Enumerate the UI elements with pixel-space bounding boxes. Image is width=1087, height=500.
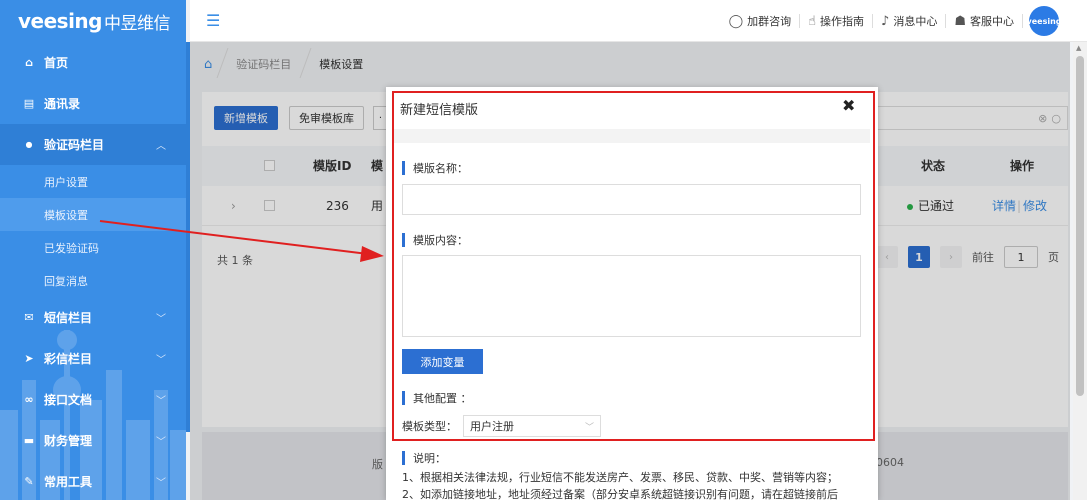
template-type-row: 模板类型： 用户注册 ﹀ <box>402 415 601 437</box>
sidebar-item-tools[interactable]: ✎ 常用工具 ﹀ <box>0 461 186 500</box>
sidebar-item-mms[interactable]: ➤ 彩信栏目 ﹀ <box>0 338 186 379</box>
sidebar-item-finance[interactable]: ▬ 财务管理 ﹀ <box>0 420 186 461</box>
section-marker <box>402 161 405 175</box>
sidebar-item-label: 彩信栏目 <box>44 352 93 366</box>
sidebar-subitem-template-settings[interactable]: 模板设置 <box>0 198 186 231</box>
notes-label-text: 说明： <box>413 452 446 465</box>
template-type-value: 用户注册 <box>470 420 514 433</box>
note-line: 1、根据相关法律法规，行业短信不能发送房产、发票、移民、贷款、中奖、营销等内容； <box>402 471 838 484</box>
support-agent-icon: ☗ <box>954 13 966 29</box>
chevron-down-icon: ﹀ <box>156 355 166 366</box>
address-book-icon: ▤ <box>23 97 35 110</box>
avatar[interactable]: veesing <box>1027 6 1062 36</box>
scrollbar-thumb[interactable] <box>1076 56 1084 396</box>
page-scrollbar[interactable]: ▲ <box>1073 42 1087 500</box>
chevron-down-icon: ﹀ <box>156 437 166 448</box>
header-join-group[interactable]: ◯ 加群咨询 <box>721 13 800 29</box>
other-config-label: 其他配置 ： <box>402 390 472 406</box>
divider <box>1022 14 1023 28</box>
header-messages-label: 消息中心 <box>893 15 938 28</box>
brand-logo[interactable]: veesing 中昱维信 <box>0 0 186 42</box>
template-content-label: 模版内容： <box>402 232 468 248</box>
top-header: ☰ ◯ 加群咨询 ☝ 操作指南 ♪ 消息中心 ☗ 客服中心 veesing <box>190 0 1087 42</box>
chevron-down-icon: ﹀ <box>584 423 594 433</box>
card-icon: ▬ <box>23 434 35 447</box>
logo-cn-text: 中昱维信 <box>103 13 171 34</box>
chat-bubble-icon: ● <box>25 140 33 149</box>
template-name-label: 模版名称： <box>402 160 468 176</box>
template-content-label-text: 模版内容： <box>413 234 468 247</box>
sidebar-item-label: 财务管理 <box>44 434 93 448</box>
header-messages[interactable]: ♪ 消息中心 <box>873 13 945 29</box>
header-guide[interactable]: ☝ 操作指南 <box>800 13 872 29</box>
chevron-down-icon: ﹀ <box>156 314 166 325</box>
sidebar-item-api-docs[interactable]: ∞ 接口文档 ﹀ <box>0 379 186 420</box>
template-name-input[interactable] <box>402 184 861 215</box>
send-icon: ➤ <box>24 352 34 365</box>
sidebar-item-label: 接口文档 <box>44 393 93 407</box>
sidebar-item-contacts[interactable]: ▤ 通讯录 <box>0 83 186 124</box>
sidebar-item-label: 短信栏目 <box>44 311 93 325</box>
template-type-select[interactable]: 用户注册 ﹀ <box>463 415 601 437</box>
link-icon: ∞ <box>24 393 34 406</box>
header-join-group-label: 加群咨询 <box>747 15 792 28</box>
dialog-title: 新建短信模版 <box>400 103 479 118</box>
headset-icon: ◯ <box>728 13 744 29</box>
scroll-up-icon[interactable]: ▲ <box>1076 44 1081 52</box>
header-guide-label: 操作指南 <box>820 15 865 28</box>
header-support-label: 客服中心 <box>970 15 1014 28</box>
sidebar-item-verification[interactable]: ● 验证码栏目 ︿ <box>0 124 186 165</box>
add-variable-button[interactable]: 添加变量 <box>402 349 483 374</box>
template-content-textarea[interactable] <box>402 255 861 337</box>
notes-text: 1、根据相关法律法规，行业短信不能发送房产、发票、移民、贷款、中奖、营销等内容；… <box>402 469 872 500</box>
home-icon: ⌂ <box>25 56 33 69</box>
header-actions: ◯ 加群咨询 ☝ 操作指南 ♪ 消息中心 ☗ 客服中心 veesing <box>721 0 1062 42</box>
note-line: 2、如添加链接地址，地址须经过备案（部分安卓系统超链接识别有问题，请在超链接前后 <box>402 488 838 500</box>
new-sms-template-dialog: 新建短信模版 ✖ 模版名称： 模版内容： 添加变量 其他配置 ： 模板类型： 用… <box>386 87 878 500</box>
sidebar-item-home[interactable]: ⌂ 首页 <box>0 42 186 83</box>
template-type-label: 模板类型： <box>402 420 457 433</box>
logo-text: veesing <box>18 9 102 33</box>
sidebar-item-label: 验证码栏目 <box>44 138 105 152</box>
sidebar-item-label: 首页 <box>44 56 69 70</box>
sidebar-item-sms[interactable]: ✉ 短信栏目 ﹀ <box>0 297 186 338</box>
sidebar-subitem-user-settings[interactable]: 用户设置 <box>0 165 186 198</box>
hand-pointer-icon: ☝ <box>808 13 817 29</box>
dialog-divider <box>394 129 870 143</box>
notes-label: 说明： <box>402 450 446 466</box>
section-marker <box>402 451 405 465</box>
close-icon[interactable]: ✖ <box>842 96 855 115</box>
chevron-down-icon: ﹀ <box>156 478 166 489</box>
wrench-icon: ✎ <box>24 475 34 488</box>
bell-icon: ♪ <box>881 13 890 29</box>
sidebar: veesing 中昱维信 ⌂ 首页 ▤ 通讯录 ● 验证码栏目 ︿ 用户设置 模… <box>0 0 186 500</box>
header-support[interactable]: ☗ 客服中心 <box>946 13 1022 29</box>
sidebar-item-label: 通讯录 <box>44 97 81 111</box>
chevron-down-icon: ﹀ <box>156 396 166 407</box>
sidebar-subitem-sent-codes[interactable]: 已发验证码 <box>0 231 186 264</box>
sidebar-item-label: 常用工具 <box>44 475 93 489</box>
section-marker <box>402 391 405 405</box>
chevron-up-icon: ︿ <box>156 141 166 152</box>
section-marker <box>402 233 405 247</box>
mail-icon: ✉ <box>24 311 34 324</box>
menu-toggle-icon[interactable]: ☰ <box>206 11 220 30</box>
template-name-label-text: 模版名称： <box>413 162 468 175</box>
other-config-label-text: 其他配置 ： <box>413 392 472 405</box>
